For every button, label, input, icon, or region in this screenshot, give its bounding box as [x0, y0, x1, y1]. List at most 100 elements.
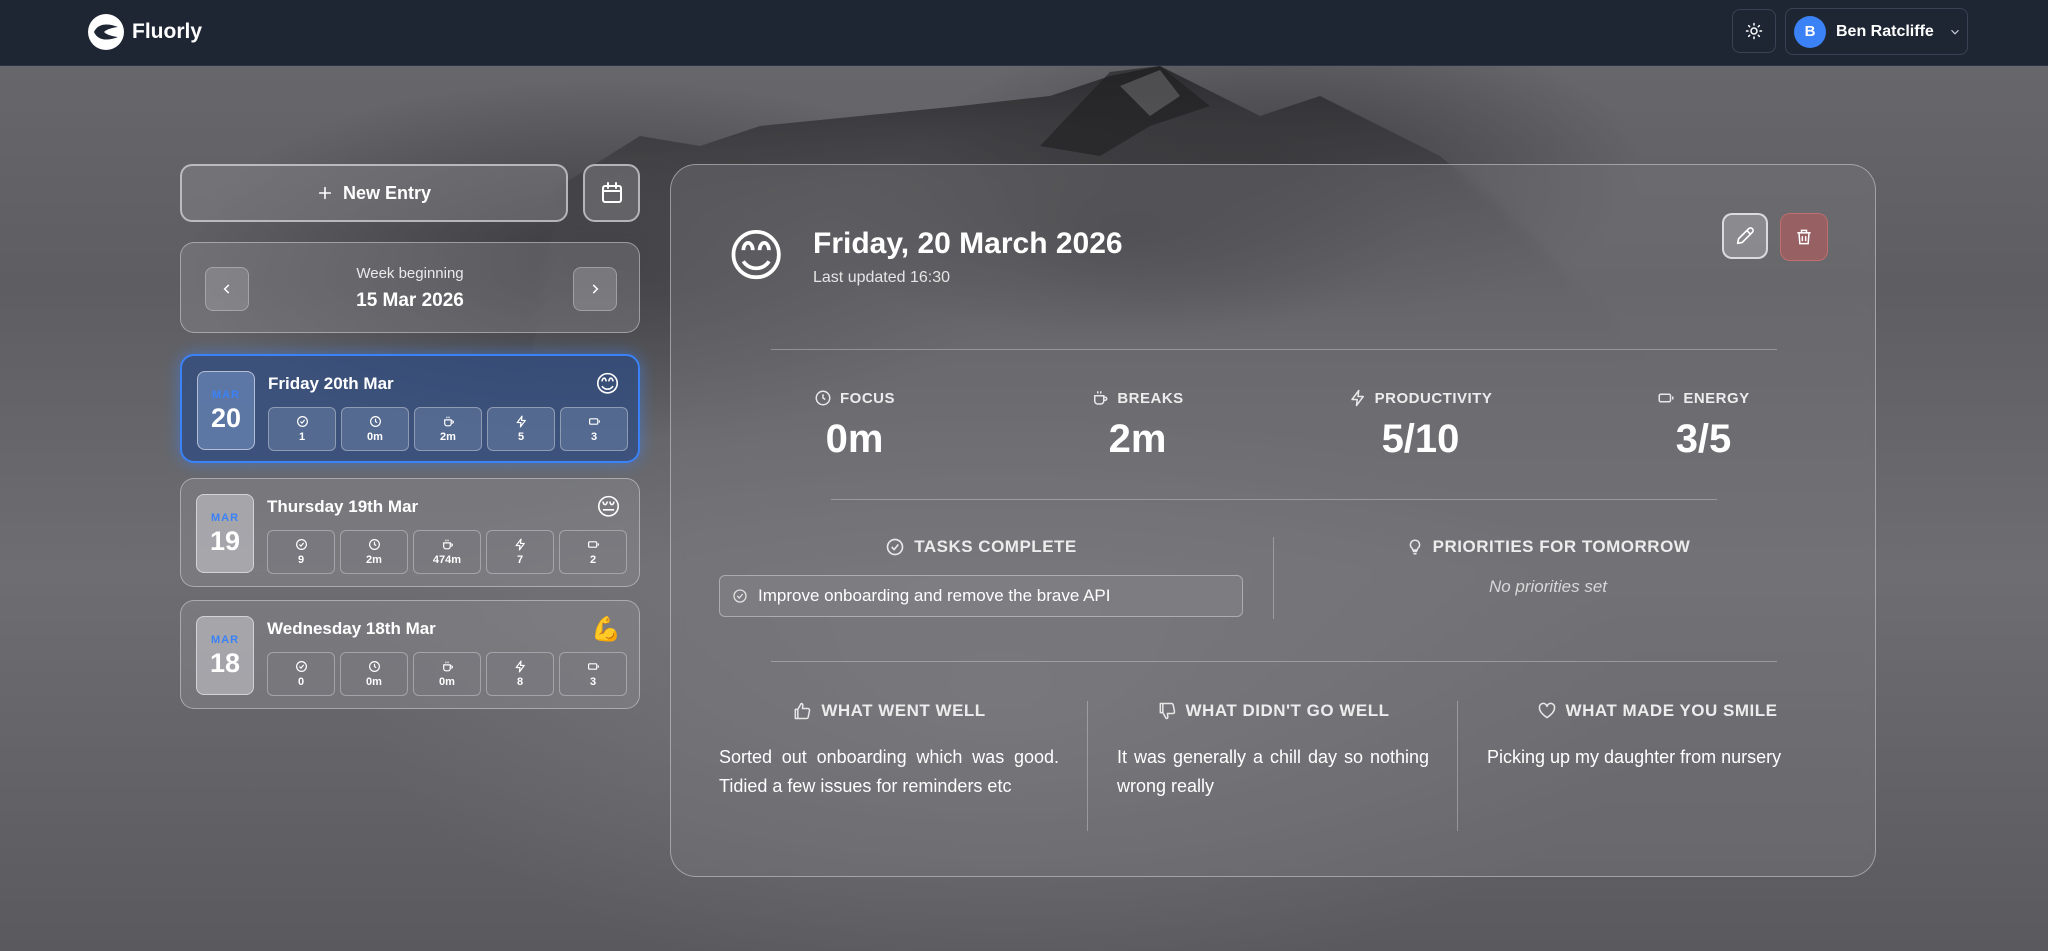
metric-label: PRODUCTIVITY [1374, 389, 1493, 407]
stat-value: 3 [589, 676, 597, 688]
metric-energy: ENERGY 3/5 [1562, 389, 1845, 462]
went-well-title: WHAT WENT WELL [821, 701, 986, 720]
stat-value: 0m [439, 676, 455, 688]
trash-icon [1797, 229, 1811, 245]
stat-tasks: 1 [268, 407, 336, 451]
divider [771, 661, 1777, 662]
made-you-smile-section: WHAT MADE YOU SMILE Picking up my daught… [1487, 701, 1827, 772]
check-circle-icon [886, 538, 904, 556]
week-label: Week beginning [356, 265, 464, 282]
metric-label: ENERGY [1683, 389, 1750, 407]
bolt-icon [1350, 389, 1364, 407]
priorities-section: PRIORITIES FOR TOMORROW No priorities se… [1273, 537, 1823, 597]
date-badge-month: MAR [210, 634, 240, 646]
plus-icon [318, 186, 332, 200]
user-menu-button[interactable]: B Ben Ratcliffe [1785, 8, 1968, 55]
entry-title: Friday, 20 March 2026 [813, 227, 1123, 260]
new-entry-label: New Entry [342, 182, 432, 203]
stat-value: 9 [297, 554, 305, 566]
day-card-19[interactable]: MAR 19 Thursday 19th Mar 😔 9 2m 474m 7 2 [180, 478, 640, 587]
top-bar: Fluorly B Ben Ratcliffe [0, 0, 2048, 66]
date-badge: MAR 18 [196, 616, 254, 695]
check-circle-icon [296, 416, 308, 427]
priorities-empty-state: No priorities set [1488, 577, 1608, 596]
day-card-20[interactable]: MAR 20 Friday 20th Mar 😊 1 0m 2m 5 3 [180, 354, 640, 463]
stat-breaks: 2m [414, 407, 482, 451]
bolt-icon [516, 415, 526, 428]
next-week-button[interactable] [573, 267, 617, 311]
date-badge-month: MAR [211, 389, 241, 401]
day-title: Thursday 19th Mar [267, 497, 419, 516]
avatar: B [1794, 15, 1826, 48]
stat-energy: 3 [560, 407, 628, 451]
coffee-icon [442, 661, 453, 672]
week-navigator: Week beginning 15 Mar 2026 [180, 242, 640, 333]
day-stats: 1 0m 2m 5 3 [268, 407, 628, 451]
metric-breaks: BREAKS 2m [996, 389, 1279, 462]
bolt-icon [515, 538, 525, 551]
clock-icon [815, 390, 831, 406]
priorities-title: PRIORITIES FOR TOMORROW [1432, 537, 1691, 556]
stat-tasks: 0 [267, 652, 335, 696]
day-title: Friday 20th Mar [268, 374, 394, 393]
new-entry-button[interactable]: New Entry [180, 164, 568, 222]
calendar-button[interactable] [583, 164, 640, 222]
divider [771, 349, 1777, 350]
stat-value: 2 [589, 554, 597, 566]
day-mood-emoji: 💪 [591, 616, 621, 643]
day-stats: 0 0m 0m 8 3 [267, 652, 627, 696]
fluorly-logo-icon [88, 14, 124, 50]
metric-label: FOCUS [840, 389, 895, 407]
day-mood-emoji: 😊 [594, 371, 620, 398]
lightbulb-icon [1409, 539, 1420, 555]
entry-mood-emoji: 😊 [727, 224, 786, 287]
coffee-icon [1094, 391, 1108, 405]
day-title: Wednesday 18th Mar [267, 619, 436, 638]
divider [1457, 701, 1458, 831]
divider [1087, 701, 1088, 831]
check-circle-icon [295, 661, 307, 672]
clock-icon [368, 539, 380, 550]
check-circle-icon [295, 539, 307, 550]
stat-productivity: 5 [487, 407, 555, 451]
date-badge: MAR 19 [196, 494, 254, 573]
tasks-complete-section: TASKS COMPLETE Improve onboarding and re… [719, 537, 1243, 617]
app-name: Fluorly [132, 20, 203, 43]
pencil-icon [1736, 227, 1754, 245]
metric-focus: FOCUS 0m [713, 389, 996, 462]
didnt-go-well-title: WHAT DIDN'T GO WELL [1185, 701, 1390, 720]
stat-value: 0m [367, 431, 383, 443]
sun-icon [1745, 22, 1763, 40]
stat-productivity: 7 [486, 530, 554, 574]
list-item: Improve onboarding and remove the brave … [719, 575, 1243, 617]
brand[interactable]: Fluorly [88, 14, 202, 50]
stat-breaks: 474m [413, 530, 481, 574]
date-badge-month: MAR [210, 512, 240, 524]
day-card-18[interactable]: MAR 18 Wednesday 18th Mar 💪 0 0m 0m 8 3 [180, 600, 640, 709]
coffee-icon [442, 539, 453, 550]
theme-toggle-button[interactable] [1732, 9, 1776, 53]
smile-title: WHAT MADE YOU SMILE [1565, 701, 1778, 720]
edit-entry-button[interactable] [1722, 213, 1768, 259]
clock-icon [368, 661, 380, 672]
date-badge-day: 19 [209, 526, 241, 556]
delete-entry-button[interactable] [1780, 213, 1828, 261]
battery-icon [587, 541, 599, 548]
stat-value: 0 [297, 676, 305, 688]
battery-icon [587, 663, 599, 670]
metric-value: 2m [1108, 417, 1167, 461]
smile-text: Picking up my daughter from nursery [1487, 747, 1782, 767]
check-circle-icon [733, 589, 747, 603]
metric-productivity: PRODUCTIVITY 5/10 [1279, 389, 1562, 462]
entry-detail-panel: 😊 Friday, 20 March 2026 Last updated 16:… [670, 164, 1876, 877]
battery-icon [588, 418, 600, 425]
date-badge-day: 18 [209, 648, 241, 678]
day-mood-emoji: 😔 [595, 494, 621, 521]
chevron-right-icon [592, 284, 599, 294]
entry-last-updated: Last updated 16:30 [813, 269, 951, 286]
didnt-go-well-text: It was generally a chill day so nothing … [1117, 747, 1429, 796]
stat-value: 5 [517, 431, 525, 443]
stat-value: 0m [366, 676, 382, 688]
stat-value: 8 [516, 676, 524, 688]
divider [831, 499, 1717, 500]
